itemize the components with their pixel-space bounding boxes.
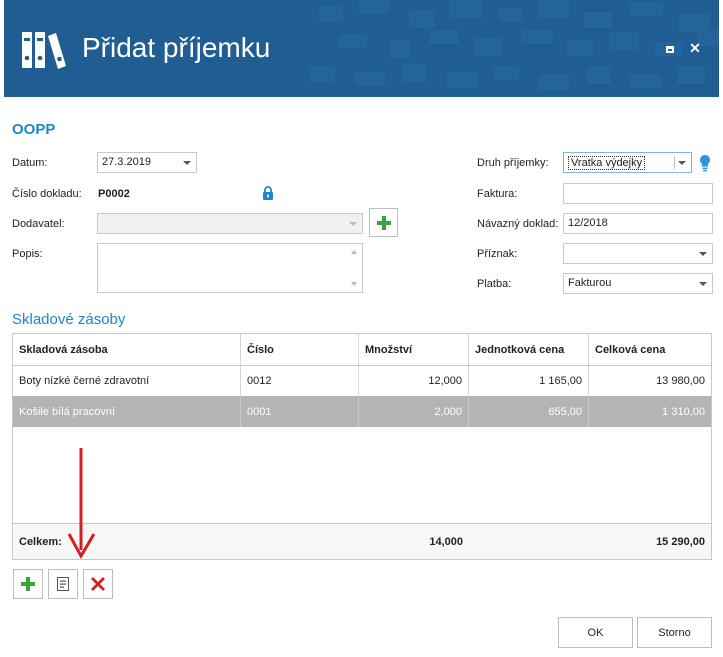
priznak-label: Příznak: xyxy=(477,248,518,260)
table-row-selected[interactable]: Košile bílá pracovní 0001 2,000 655,00 1… xyxy=(13,396,711,427)
table-cell: 1 165,00 xyxy=(469,366,589,396)
table-cell: Boty nízké černé zdravotní xyxy=(13,366,241,396)
navazny-value: 12/2018 xyxy=(568,217,608,229)
maximize-icon xyxy=(666,46,674,53)
table-cell: 655,00 xyxy=(469,396,589,427)
cislo-label: Číslo dokladu: xyxy=(12,188,82,200)
column-header[interactable]: Skladová zásoba xyxy=(13,334,241,365)
datum-field[interactable]: 27.3.2019 xyxy=(97,152,197,173)
grid-title: Skladové zásoby xyxy=(12,311,126,328)
platba-value: Fakturou xyxy=(568,277,612,289)
edit-item-button[interactable] xyxy=(48,569,78,599)
faktura-label: Faktura: xyxy=(477,188,518,200)
datum-label: Datum: xyxy=(12,157,48,169)
table-cell: 12,000 xyxy=(359,366,469,396)
table-cell: Košile bílá pracovní xyxy=(13,396,241,427)
druh-select[interactable]: Vratka výdejky xyxy=(563,152,692,173)
grid-footer: Celkem: 14,000 15 290,00 xyxy=(13,523,711,559)
footer-quantity: 14,000 xyxy=(429,535,463,548)
footer-total: 15 290,00 xyxy=(656,535,705,548)
add-supplier-button[interactable] xyxy=(369,208,398,237)
delete-icon xyxy=(91,577,105,591)
cislo-value: P0002 xyxy=(98,188,130,200)
druh-value: Vratka výdejky xyxy=(568,156,646,170)
dodavatel-select[interactable] xyxy=(97,213,363,234)
chevron-down-icon[interactable] xyxy=(183,161,191,165)
section-title: OOPP xyxy=(12,121,56,138)
table-cell: 1 310,00 xyxy=(662,405,705,418)
table-cell: 13 980,00 xyxy=(656,375,705,387)
add-item-button[interactable] xyxy=(13,569,43,599)
column-header[interactable]: Číslo xyxy=(241,334,359,365)
priznak-select[interactable] xyxy=(563,243,713,264)
title-bar: Přidat příjemku ✕ xyxy=(4,0,719,97)
navazny-field[interactable]: 12/2018 xyxy=(563,213,713,234)
plus-icon xyxy=(377,216,391,230)
platba-select[interactable]: Fakturou xyxy=(563,273,713,294)
edit-icon xyxy=(57,577,69,591)
select-separator xyxy=(674,156,675,169)
chevron-down-icon[interactable] xyxy=(349,222,357,226)
footer-label: Celkem: xyxy=(19,535,62,548)
chevron-down-icon[interactable] xyxy=(699,282,707,286)
column-header[interactable]: Množství xyxy=(359,334,469,365)
datum-value: 27.3.2019 xyxy=(102,156,151,168)
window-title: Přidat příjemku xyxy=(82,32,271,63)
table-row[interactable]: Boty nízké černé zdravotní 0012 12,000 1… xyxy=(13,366,711,397)
cancel-button[interactable]: Storno xyxy=(637,617,712,648)
maximize-button[interactable] xyxy=(662,40,678,56)
lightbulb-icon[interactable] xyxy=(699,154,711,172)
dodavatel-label: Dodavatel: xyxy=(12,218,65,230)
lock-icon[interactable] xyxy=(262,186,274,200)
chevron-down-icon[interactable] xyxy=(699,252,707,256)
druh-label: Druh příjemky: xyxy=(477,157,549,169)
ok-button[interactable]: OK xyxy=(558,617,633,648)
stock-grid: Skladová zásoba Číslo Množství Jednotkov… xyxy=(12,333,712,560)
close-button[interactable]: ✕ xyxy=(687,40,703,56)
table-cell: 2,000 xyxy=(359,396,469,427)
red-arrow-annotation xyxy=(67,448,96,560)
scroll-down-icon[interactable] xyxy=(351,282,357,286)
title-bar-pattern xyxy=(309,0,719,90)
column-header[interactable]: Celková cena xyxy=(589,334,711,365)
grid-header: Skladová zásoba Číslo Množství Jednotkov… xyxy=(13,334,711,366)
popis-textarea[interactable] xyxy=(97,243,363,293)
table-cell: 0012 xyxy=(241,366,359,396)
platba-label: Platba: xyxy=(477,278,512,290)
delete-item-button[interactable] xyxy=(83,569,113,599)
faktura-field[interactable] xyxy=(563,183,713,204)
chevron-down-icon[interactable] xyxy=(678,161,686,165)
navazny-label: Návazný doklad: xyxy=(477,218,559,230)
column-header[interactable]: Jednotková cena xyxy=(469,334,589,365)
binders-icon xyxy=(22,32,66,69)
table-cell: 0001 xyxy=(241,396,359,427)
scroll-up-icon[interactable] xyxy=(351,250,357,254)
plus-icon xyxy=(21,577,35,591)
popis-label: Popis: xyxy=(12,248,43,260)
